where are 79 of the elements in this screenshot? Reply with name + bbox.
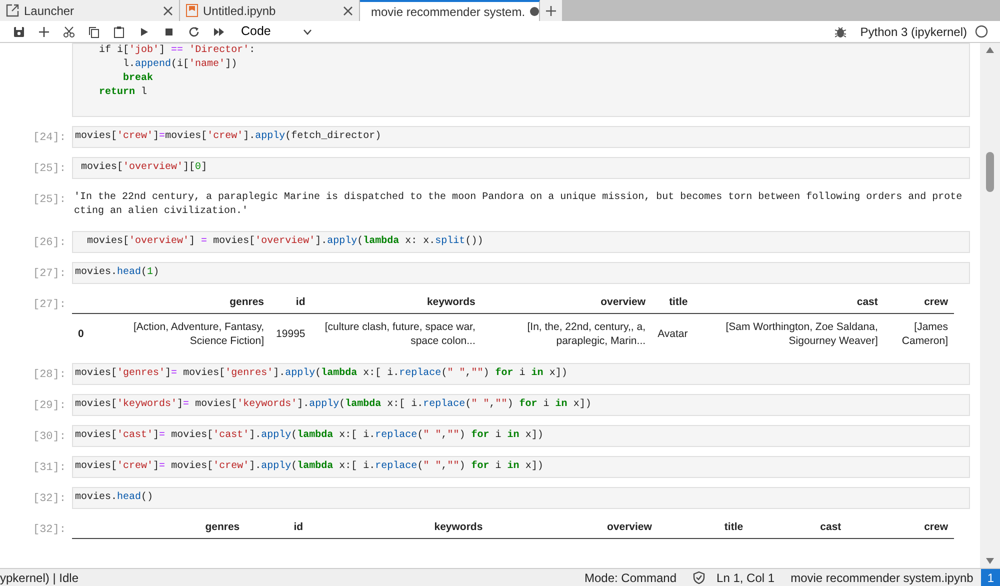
scrollbar[interactable] [980, 43, 1000, 568]
scroll-thumb[interactable] [986, 152, 994, 192]
code-cell[interactable]: movies['cast']= movies['cast'].apply(lambda x:[ i.replace(" ","") for i in x]) [72, 424, 970, 447]
code-cell[interactable]: movies['crew']=movies['crew'].apply(fetch_director) [72, 126, 970, 148]
save-icon [12, 26, 24, 38]
cell-prompt: [25]: [32, 162, 67, 177]
code-cell[interactable]: movies['overview'] = movies['overview'].apply(lambda x: x.split()) [72, 231, 970, 253]
cell-prompt: [27]: [32, 267, 67, 282]
notebook-icon [186, 4, 198, 17]
cell-prompt: [32]: [32, 492, 67, 507]
column-header: title [658, 518, 750, 538]
tab[interactable]: Launcher [0, 0, 180, 21]
cut-icon [62, 26, 74, 38]
code-cell[interactable]: movies['keywords']= movies['keywords'].apply(lambda x:[ i.replace(" ","") for i in x]) [72, 394, 970, 416]
column-header: keywords [309, 518, 489, 538]
code-cell[interactable]: movies.head(1) [72, 262, 970, 284]
shield-icon[interactable] [692, 571, 705, 584]
row-index: 0 [72, 313, 90, 354]
tab[interactable]: movie recommender system. [360, 0, 540, 21]
table-cell: 19995 [270, 313, 312, 354]
cell-prompt: [28]: [32, 368, 67, 383]
cell-prompt: [25]: [32, 193, 67, 208]
cell-prompt: [26]: [32, 236, 67, 251]
new-tab-button[interactable] [540, 0, 562, 21]
close-icon[interactable] [343, 6, 353, 16]
cell-type-dropdown[interactable]: Code [239, 22, 314, 41]
tab[interactable]: Untitled.ipynb [180, 0, 360, 21]
close-icon[interactable] [163, 6, 173, 16]
code-cell[interactable]: movies['genres']= movies['genres'].apply(lambda x:[ i.replace(" ","") for i in x]) [72, 362, 970, 385]
add-icon [546, 6, 556, 16]
table-cell: [Sam Worthington, Zoe Saldana, Sigourney Weaver] [694, 313, 884, 354]
cell-prompt: [24]: [32, 131, 67, 146]
tab-label: movie recommender system. [371, 4, 526, 20]
notification-count[interactable]: 1 [981, 568, 1000, 586]
kernel-status: ypkernel) | Idle [0, 570, 78, 586]
column-header: overview [488, 518, 658, 538]
column-header: id [270, 293, 312, 314]
code-cell[interactable]: if i['job'] == 'Director': l.append(i['name']) break return l [72, 43, 970, 117]
tab-label: Untitled.ipynb [203, 2, 277, 20]
code-cell[interactable]: movies.head() [72, 486, 970, 509]
table-cell: [Action, Adventure, Fantasy, Science Fiction] [90, 313, 270, 354]
fast-forward-icon [212, 26, 224, 38]
column-header: keywords [311, 293, 482, 314]
add-icon [38, 26, 50, 38]
scroll-up-icon[interactable] [986, 47, 994, 53]
cell-prompt: [32]: [32, 522, 67, 538]
column-header: crew [847, 518, 954, 538]
table-cell: [culture clash, future, space war, space colon... [311, 313, 482, 354]
code-cell[interactable]: movies['overview'][0] [72, 157, 970, 179]
stop-icon [162, 26, 174, 38]
file-name: movie recommender system.ipynb [790, 570, 974, 586]
column-header: title [652, 293, 694, 314]
mode-indicator: Mode: Command [584, 570, 677, 586]
tab-label: Launcher [24, 2, 76, 20]
bug-icon[interactable] [835, 26, 846, 38]
launch-icon [6, 4, 19, 17]
paste-icon [112, 26, 124, 38]
caret-icon [303, 28, 312, 34]
kernel-name[interactable]: Python 3 (ipykernel) [860, 22, 967, 40]
column-header: cast [749, 518, 848, 538]
cell-prompt: [29]: [32, 398, 67, 414]
scroll-down-icon[interactable] [986, 558, 994, 564]
column-header: genres [108, 518, 246, 538]
column-header: genres [90, 293, 270, 314]
column-header: id [246, 518, 310, 538]
cell-prompt: [27]: [32, 298, 67, 313]
column-header: cast [694, 293, 884, 314]
output-text: 'In the 22nd century, a paraplegic Marine is dispatched to the moon Pandora on a unique mission, but becomes torn between following orders and protecting an alien civilization.' [73, 190, 964, 219]
copy-icon [88, 26, 100, 38]
code-cell[interactable]: movies['crew']= movies['crew'].apply(lambda x:[ i.replace(" ","") for i in x]) [72, 456, 970, 478]
cell-prompt: [31]: [32, 460, 67, 476]
restart-icon [188, 26, 200, 38]
table-cell: [In, the, 22nd, century,, a, paraplegic, Marin... [481, 313, 652, 354]
cell-prompt: [30]: [32, 430, 67, 445]
column-header: overview [481, 293, 652, 314]
table-cell: [James Cameron] [884, 313, 954, 354]
column-header: crew [884, 293, 954, 314]
table-cell: Avatar [652, 313, 694, 354]
cursor-position[interactable]: Ln 1, Col 1 [716, 568, 775, 586]
